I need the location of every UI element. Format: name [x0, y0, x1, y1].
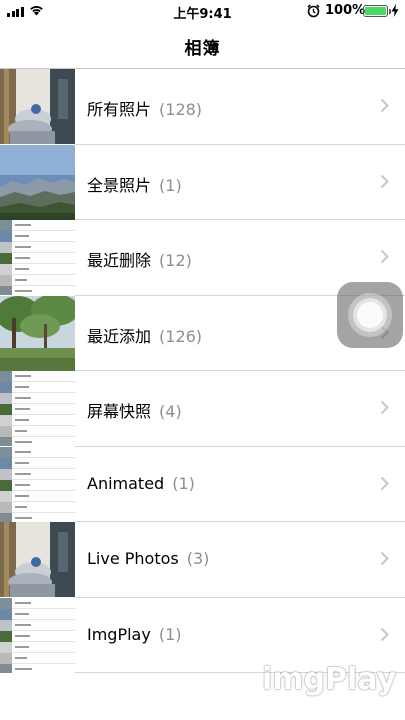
- album-list: 所有照片 (128) 全景照片 (1) 最近删除 (12) 最近添加 (126)…: [0, 69, 405, 673]
- album-title: 所有照片 (128): [87, 96, 202, 120]
- album-title: Animated (1): [87, 474, 195, 493]
- album-title: 全景照片 (1): [87, 172, 182, 196]
- album-thumbnail: [0, 220, 75, 295]
- album-count-label: (1): [172, 473, 195, 493]
- album-name-label: 最近添加: [87, 326, 152, 346]
- album-count-label: (1): [159, 175, 182, 195]
- album-title: ImgPlay (1): [87, 625, 182, 644]
- chevron-right-icon: [380, 174, 389, 188]
- album-thumbnail: [0, 597, 75, 673]
- album-row-animated[interactable]: Animated (1): [0, 446, 405, 523]
- album-row-panoramas[interactable]: 全景照片 (1): [0, 144, 405, 221]
- chevron-right-icon: [380, 551, 389, 566]
- album-thumbnail: [0, 69, 75, 144]
- album-name-label: 全景照片: [87, 175, 152, 195]
- album-count-label: (126): [159, 326, 203, 346]
- album-title: Live Photos (3): [87, 549, 209, 568]
- page-title: 相簿: [184, 39, 221, 59]
- imgplay-watermark: imgPlay: [262, 662, 396, 697]
- album-title: 最近删除 (12): [87, 247, 192, 271]
- album-title: 最近添加 (126): [87, 323, 202, 347]
- chevron-right-icon: [380, 476, 389, 490]
- charging-bolt-icon: [391, 4, 399, 17]
- battery-icon: [363, 5, 391, 17]
- album-name-label: 最近删除: [87, 251, 152, 270]
- status-bar: 上午9:41 100%: [0, 0, 405, 22]
- album-name-label: ImgPlay: [87, 624, 151, 644]
- album-count-label: (1): [158, 624, 182, 644]
- chevron-right-icon: [380, 249, 389, 264]
- alarm-clock-icon: [307, 4, 320, 18]
- watermark-text: imgPlay: [262, 662, 397, 697]
- album-thumbnail: [0, 371, 75, 446]
- album-count-label: (3): [186, 549, 210, 568]
- album-name-label: Live Photos: [87, 549, 179, 568]
- album-thumbnail: [0, 446, 75, 522]
- chevron-right-icon: [380, 627, 389, 641]
- album-name-label: Animated: [87, 473, 165, 493]
- album-name-label: 所有照片: [87, 100, 152, 119]
- chevron-right-icon: [380, 400, 389, 415]
- album-row-screenshots[interactable]: 屏幕快照 (4): [0, 371, 405, 447]
- album-count-label: (128): [159, 100, 203, 119]
- album-name-label: 屏幕快照: [87, 402, 152, 421]
- album-count-label: (4): [159, 402, 182, 421]
- album-row-live-photos[interactable]: Live Photos (3): [0, 522, 405, 598]
- battery-percentage: 100%: [325, 3, 366, 18]
- album-thumbnail: [0, 295, 75, 371]
- album-thumbnail: [0, 144, 75, 220]
- album-thumbnail: [0, 522, 75, 597]
- chevron-right-icon: [380, 98, 389, 113]
- assistive-touch-button[interactable]: [337, 282, 403, 348]
- photos-albums-screen: 上午9:41 100% 相簿 所有照片 (128) 全景照片 (1) 最近删除 …: [0, 0, 405, 720]
- album-count-label: (12): [159, 251, 192, 270]
- album-row-all-photos[interactable]: 所有照片 (128): [0, 69, 405, 145]
- album-title: 屏幕快照 (4): [87, 398, 182, 422]
